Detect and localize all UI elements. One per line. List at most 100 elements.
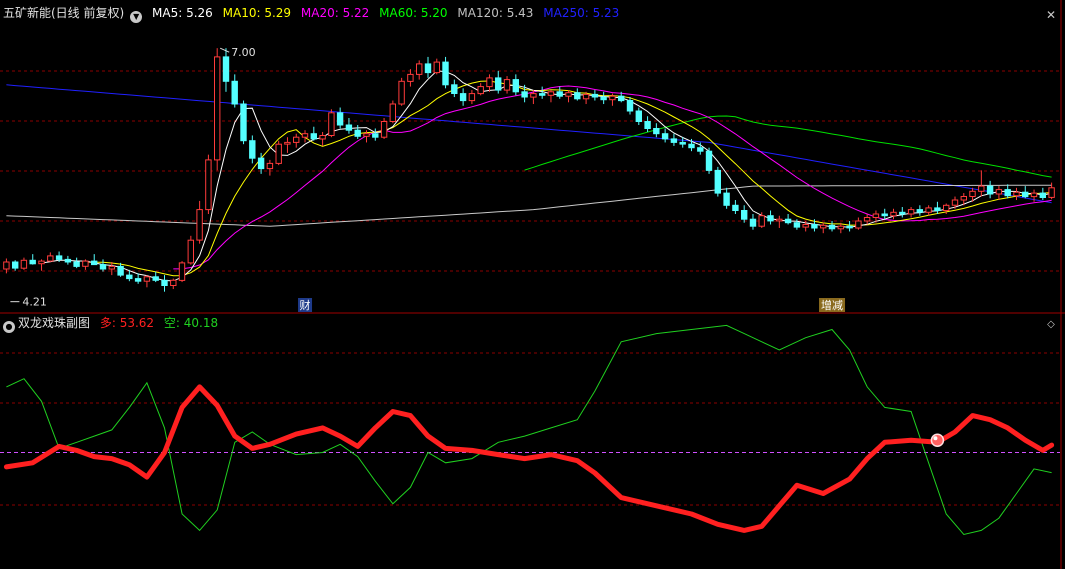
low-price-label: 4.21	[22, 296, 47, 309]
chevron-down-icon[interactable]: ▼	[130, 11, 143, 23]
ma10-label: MA10: 5.29	[222, 6, 292, 20]
candle-body	[960, 196, 967, 201]
candle-body	[275, 143, 282, 164]
candle-body	[398, 80, 405, 105]
candle-body	[661, 133, 669, 140]
candle-body	[741, 210, 748, 220]
candle-body	[512, 79, 519, 93]
candle-body	[995, 189, 1003, 195]
candle-body	[293, 136, 300, 143]
ma20-line	[173, 85, 1052, 270]
candle-body	[301, 133, 309, 138]
candle-body	[486, 77, 493, 88]
candle-body	[178, 262, 186, 281]
stock-title[interactable]: 五矿新能(日线 前复权)	[3, 6, 124, 20]
candle-body	[776, 218, 783, 222]
candle-body	[732, 204, 739, 212]
candle-body	[47, 255, 54, 262]
candle-body	[670, 138, 678, 143]
candle-body	[99, 264, 107, 270]
candle-body	[12, 261, 19, 269]
ma250-label: MA250: 5.23	[543, 6, 620, 20]
candle-body	[126, 274, 133, 280]
ma5-label: MA5: 5.26	[152, 6, 213, 20]
chart-canvas: 7.00 4.21 财 增减	[0, 0, 1065, 569]
candle-body	[749, 218, 757, 227]
candle-body	[855, 220, 862, 229]
candle-body	[380, 121, 388, 138]
short-series-line	[6, 324, 1052, 536]
candle-body	[547, 91, 555, 96]
candle-body	[1013, 191, 1020, 197]
candle-body	[907, 209, 915, 215]
candle-body	[231, 80, 238, 105]
candle-body	[257, 157, 265, 170]
candle-body	[328, 112, 335, 137]
crossover-dot-highlight	[933, 436, 938, 441]
candle-body	[266, 162, 274, 170]
candle-body	[459, 93, 467, 102]
long-series-line	[3, 384, 1055, 533]
candle-body	[249, 140, 256, 159]
candle-body	[319, 135, 326, 140]
candle-body	[91, 260, 98, 266]
candle-body	[793, 222, 801, 228]
candle-body	[73, 261, 80, 267]
candle-body	[363, 133, 370, 137]
candle-body	[310, 133, 318, 140]
candle-body	[899, 211, 906, 215]
candle-body	[723, 192, 730, 206]
candle-body	[20, 259, 28, 269]
candle-body	[55, 255, 63, 260]
expand-icon[interactable]: ●	[3, 321, 15, 333]
candle-body	[872, 213, 880, 218]
candle-body	[916, 209, 923, 213]
event-marker: 财	[300, 298, 311, 312]
candle-body	[152, 276, 159, 281]
candle-body	[222, 56, 230, 82]
candle-body	[336, 112, 344, 126]
candle-body	[969, 190, 976, 198]
long-value-label: 多: 53.62	[99, 316, 155, 330]
candle-body	[574, 92, 581, 100]
candle-body	[354, 129, 361, 137]
candle-body	[134, 278, 142, 282]
main-chart-header: 五矿新能(日线 前复权) ▼ MA5: 5.26 MA10: 5.29 MA20:…	[0, 4, 625, 23]
candle-body	[881, 213, 888, 217]
candle-body	[925, 207, 932, 213]
candle-body	[539, 93, 546, 96]
sub-chart-header: ● 双龙戏珠副图 多: 53.62 空: 40.18	[0, 314, 224, 333]
candle-body	[521, 91, 528, 98]
candle-body	[1039, 192, 1046, 199]
candle-body	[451, 84, 458, 95]
candle-body	[951, 199, 959, 206]
short-value-label: 空: 40.18	[163, 316, 219, 330]
candle-body	[38, 260, 45, 265]
indicator-title[interactable]: 双龙戏珠副图	[18, 316, 90, 330]
ma10-line	[85, 80, 1052, 277]
candle-body	[565, 92, 572, 97]
candle-body	[196, 209, 203, 241]
ma20-label: MA20: 5.22	[300, 6, 370, 20]
candle-body	[468, 93, 476, 102]
candle-body	[828, 224, 836, 230]
candle-body	[3, 261, 10, 270]
ma250-line	[6, 84, 1052, 204]
candle-body	[161, 279, 168, 286]
candle-body	[433, 61, 441, 74]
chevron-down-icon[interactable]: ◇	[1045, 319, 1057, 331]
candle-body	[767, 215, 774, 222]
candle-body	[240, 103, 247, 142]
candle-body	[820, 224, 827, 229]
candle-body	[697, 147, 704, 152]
ma120-label: MA120: 5.43	[457, 6, 534, 20]
candle-body	[688, 143, 695, 149]
candle-body	[714, 169, 721, 194]
candle-body	[424, 63, 432, 74]
candle-body	[205, 159, 212, 211]
candle-body	[591, 93, 599, 98]
candle-body	[345, 124, 353, 131]
close-icon[interactable]: ✕	[1045, 9, 1057, 21]
event-marker: 增减	[821, 298, 843, 312]
candle-body	[635, 110, 642, 122]
